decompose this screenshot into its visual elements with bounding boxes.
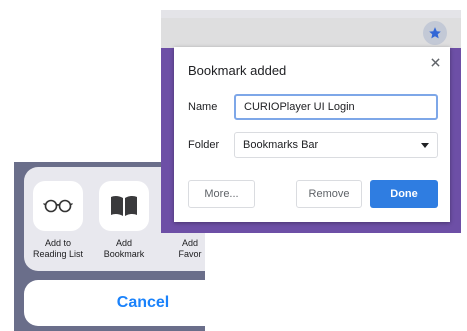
folder-select[interactable]: Bookmarks Bar	[234, 132, 438, 158]
tab-strip-divider	[161, 10, 461, 18]
bookmark-star-button[interactable]	[423, 21, 447, 45]
add-to-reading-list-label: Add to Reading List	[32, 238, 84, 259]
bookmark-name-input[interactable]	[234, 94, 438, 120]
add-favorites-label: Add Favor	[178, 238, 202, 259]
dialog-title: Bookmark added	[188, 63, 287, 78]
star-icon	[429, 27, 441, 39]
add-to-reading-list-action[interactable]: Add to Reading List	[26, 181, 90, 260]
add-bookmark-label: Add Bookmark	[103, 238, 145, 259]
done-button[interactable]: Done	[370, 180, 438, 208]
chrome-toolbar	[161, 18, 461, 48]
cancel-button[interactable]: Cancel	[24, 280, 205, 326]
folder-value: Bookmarks Bar	[243, 139, 319, 151]
glasses-icon	[33, 181, 83, 231]
bookmark-added-dialog: Bookmark added Name Folder Bookmarks Bar…	[174, 47, 450, 222]
folder-label: Folder	[188, 139, 220, 151]
close-icon[interactable]	[428, 55, 442, 69]
add-bookmark-action[interactable]: Add Bookmark	[92, 181, 156, 260]
name-label: Name	[188, 101, 218, 113]
chrome-tab-strip	[161, 0, 461, 18]
cancel-label: Cancel	[116, 294, 170, 311]
book-icon	[99, 181, 149, 231]
more-button[interactable]: More...	[188, 180, 255, 208]
remove-button[interactable]: Remove	[296, 180, 362, 208]
caret-down-icon	[421, 142, 429, 148]
chrome-window: Bookmark added Name Folder Bookmarks Bar…	[161, 0, 461, 233]
